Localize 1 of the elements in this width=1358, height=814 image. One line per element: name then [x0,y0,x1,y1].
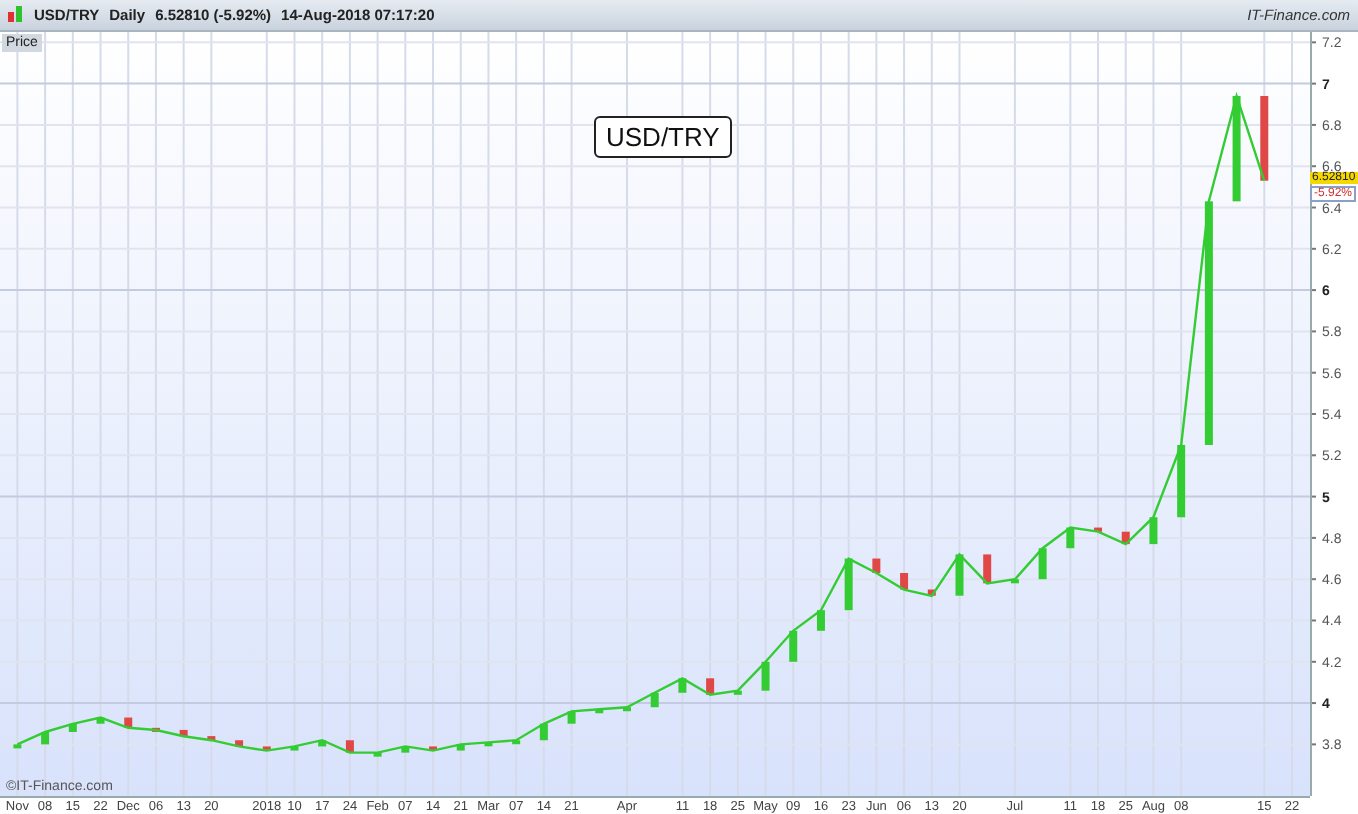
chart-title: USD/TRY [594,116,732,158]
